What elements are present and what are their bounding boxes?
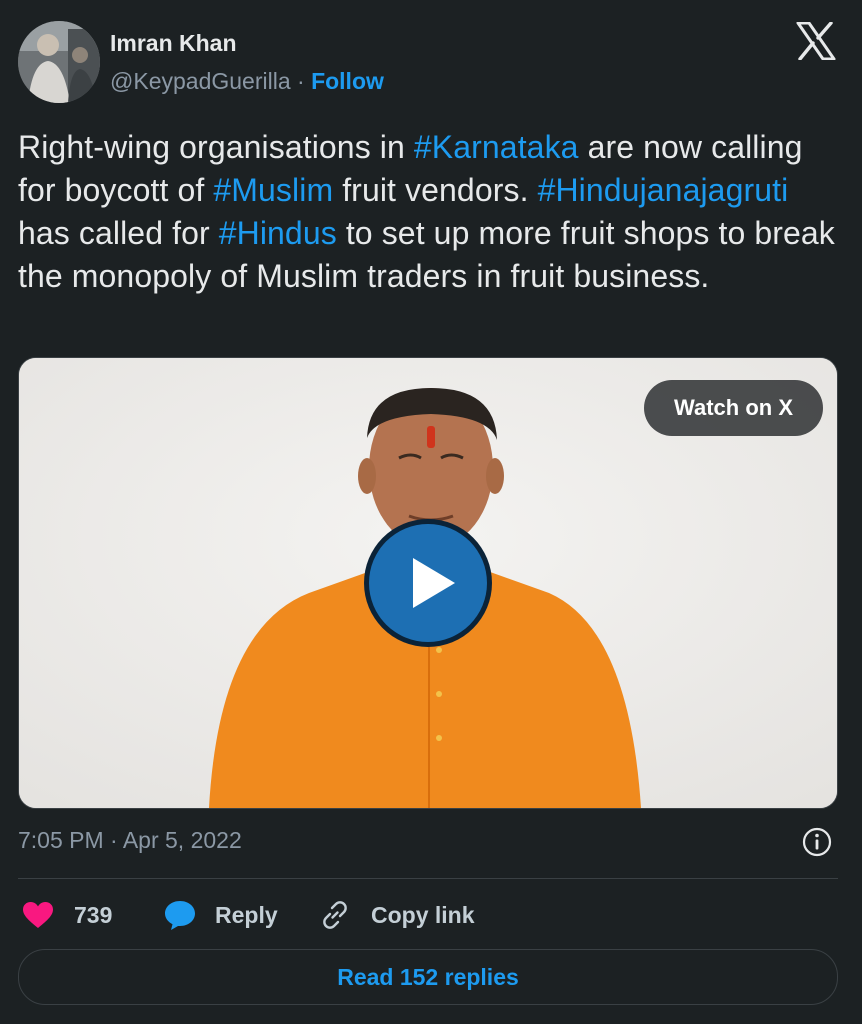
play-icon [413,558,455,608]
like-action[interactable]: 739 [22,893,112,937]
hashtag-link[interactable]: #Muslim [213,172,333,208]
tweet-text: Right-wing organisations in #Karnataka a… [18,126,844,298]
hashtag-link[interactable]: #Karnataka [414,129,579,165]
author-name[interactable]: Imran Khan [110,30,237,57]
copy-link-action[interactable]: Copy link [319,893,475,937]
hashtag-link[interactable]: #Hindus [219,215,337,251]
separator: · [297,68,305,94]
copy-link-label: Copy link [371,901,475,928]
info-icon[interactable] [802,827,832,857]
avatar-photo [18,21,100,103]
tweet-text-segment: Right-wing organisations in [18,129,414,165]
embedded-tweet-card: Imran Khan @KeypadGuerilla · Follow Righ… [0,0,862,1024]
heart-icon [23,902,53,928]
reply-label: Reply [215,901,278,928]
link-icon [323,901,347,929]
reply-bubble-icon [165,901,195,930]
divider [18,878,838,879]
play-button[interactable] [369,524,487,642]
read-replies-button[interactable]: Read 152 replies [18,949,838,1005]
tweet-text-segment: has called for [18,215,219,251]
x-logo-icon[interactable] [796,22,836,60]
author-handle[interactable]: @KeypadGuerilla [110,68,291,94]
author-handle-row: @KeypadGuerilla · Follow [110,68,384,95]
like-count: 739 [74,901,113,928]
video-media[interactable]: Watch on X [18,357,838,809]
tweet-text-segment: fruit vendors. [333,172,538,208]
tweet-timestamp[interactable]: 7:05 PM · Apr 5, 2022 [18,827,242,854]
reply-action[interactable]: Reply [164,893,278,937]
hashtag-link[interactable]: #Hindujanajagruti [538,172,789,208]
watch-on-x-button[interactable]: Watch on X [644,380,823,436]
follow-link[interactable]: Follow [311,68,384,94]
avatar[interactable] [18,21,100,103]
